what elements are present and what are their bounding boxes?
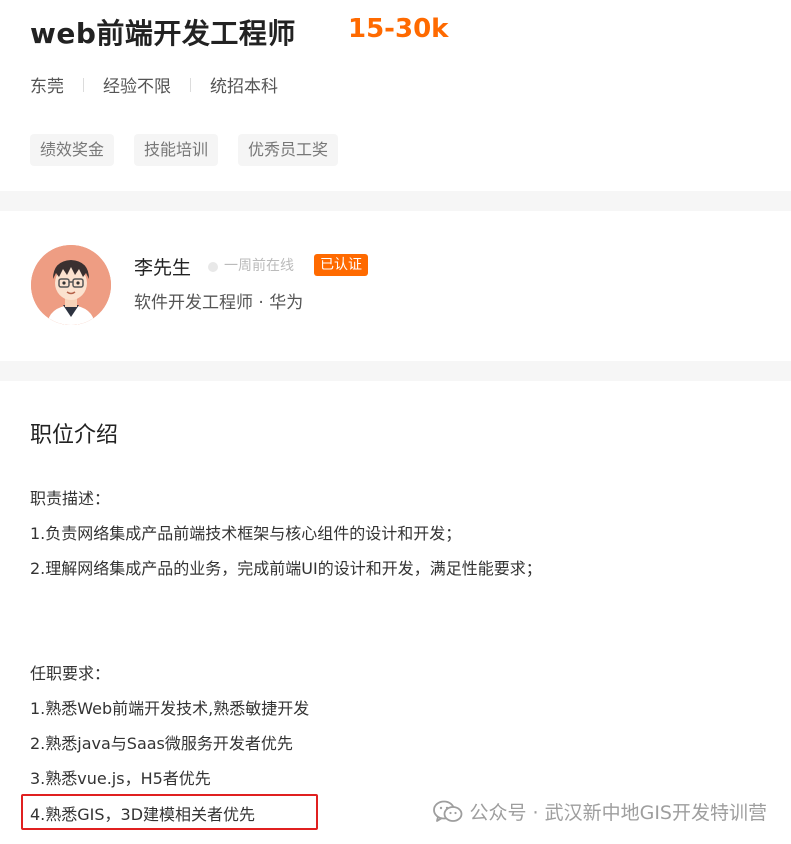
watermark-text: 公众号 · 武汉新中地GIS开发特训营	[469, 802, 767, 824]
benefit-tag: 技能培训	[134, 134, 219, 166]
meta-separator	[83, 77, 84, 92]
verified-badge: 已认证	[314, 254, 368, 276]
job-city: 东莞	[30, 77, 64, 97]
recruiter-title-company: 软件开发工程师 · 华为	[134, 293, 304, 313]
job-detail-page: web前端开发工程师 15-30k 东莞 经验不限 统招本科 绩效奖金 技能培训…	[0, 0, 791, 844]
job-title: web前端开发工程师	[30, 17, 296, 50]
description-line: 3.熟悉vue.js，H5者优先	[30, 769, 211, 788]
description-line: 2.理解网络集成产品的业务，完成前端UI的设计和开发，满足性能要求；	[30, 559, 542, 578]
highlight-box	[21, 794, 318, 830]
section-divider	[0, 191, 791, 211]
online-status: 一周前在线	[224, 258, 294, 274]
recruiter-card[interactable]: 李先生 一周前在线 已认证 软件开发工程师 · 华为	[0, 211, 791, 361]
recruiter-name: 李先生	[134, 257, 192, 279]
job-header: web前端开发工程师 15-30k 东莞 经验不限 统招本科 绩效奖金 技能培训…	[0, 0, 791, 191]
job-education: 统招本科	[210, 77, 278, 97]
description-line: 2.熟悉java与Saas微服务开发者优先	[30, 734, 293, 753]
section-heading: 职位介绍	[30, 423, 119, 448]
online-status-dot	[208, 262, 218, 272]
description-line: 职责描述：	[30, 489, 111, 508]
watermark: 公众号 · 武汉新中地GIS开发特训营	[433, 798, 767, 825]
benefit-tag: 绩效奖金	[30, 134, 115, 166]
avatar-illustration	[31, 245, 111, 325]
wechat-icon	[433, 800, 463, 822]
meta-separator	[190, 77, 191, 92]
avatar[interactable]	[31, 245, 111, 325]
job-description: 职位介绍 职责描述： 1.负责网络集成产品前端技术框架与核心组件的设计和开发； …	[0, 381, 791, 844]
description-line: 1.负责网络集成产品前端技术框架与核心组件的设计和开发；	[30, 524, 462, 543]
job-experience: 经验不限	[103, 77, 171, 97]
benefit-tags: 绩效奖金 技能培训 优秀员工奖	[30, 134, 339, 166]
benefit-tag: 优秀员工奖	[238, 134, 339, 166]
description-line: 1.熟悉Web前端开发技术,熟悉敏捷开发	[30, 699, 310, 718]
job-salary: 15-30k	[348, 14, 449, 44]
section-divider	[0, 361, 791, 381]
description-line: 任职要求：	[30, 664, 111, 683]
job-meta: 东莞 经验不限 统招本科	[30, 72, 278, 97]
